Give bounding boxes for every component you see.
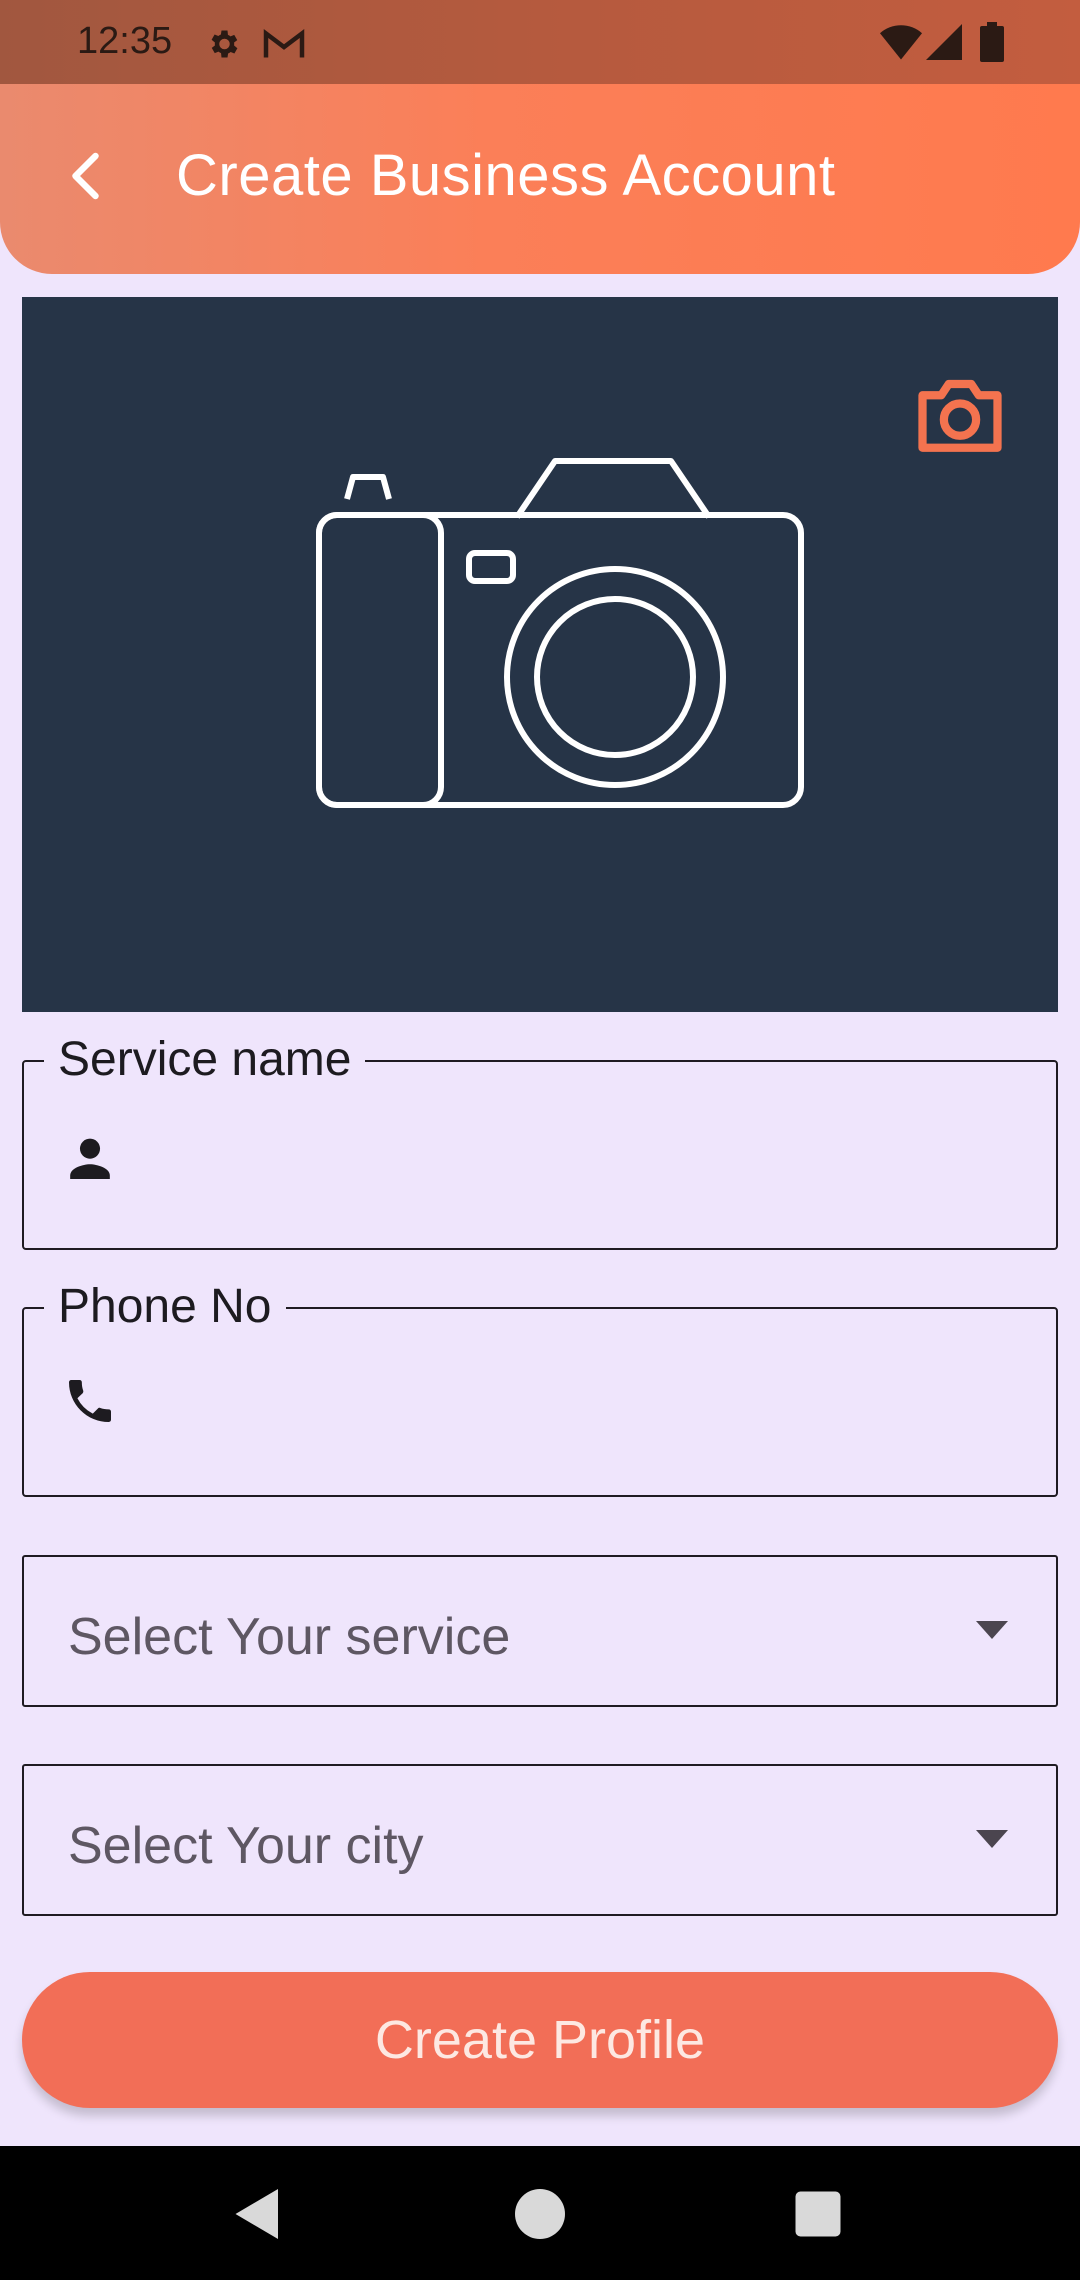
back-triangle-icon[interactable]	[228, 2184, 288, 2244]
create-profile-button[interactable]: Create Profile	[22, 1972, 1058, 2108]
app-bar: Create Business Account	[0, 84, 1080, 274]
image-panel	[22, 297, 1058, 1012]
service-dropdown[interactable]: Select Your service	[22, 1555, 1058, 1707]
recents-square-icon[interactable]	[788, 2184, 848, 2244]
dropdown-arrow-icon	[976, 1621, 1008, 1639]
page-title: Create Business Account	[176, 143, 836, 208]
signal-icon	[926, 24, 962, 60]
camera-icon[interactable]	[911, 369, 1009, 459]
phone-field[interactable]: Phone No	[22, 1281, 1058, 1497]
service-name-label: Service name	[44, 1034, 366, 1086]
system-nav-bar	[0, 2146, 1080, 2280]
dropdown-arrow-icon	[976, 1830, 1008, 1848]
battery-icon	[980, 22, 1004, 62]
wifi-icon	[880, 25, 922, 60]
city-dropdown[interactable]: Select Your city	[22, 1764, 1058, 1916]
phone-input[interactable]	[144, 1359, 1028, 1451]
phone-icon	[69, 1380, 111, 1422]
city-dropdown-value: Select Your city	[68, 1817, 424, 1875]
home-circle-icon[interactable]	[510, 2184, 570, 2244]
settings-icon	[211, 30, 238, 58]
phone-label: Phone No	[44, 1281, 286, 1333]
status-bar: 12:35	[0, 0, 1080, 84]
service-name-input[interactable]	[144, 1112, 1028, 1204]
service-name-field[interactable]: Service name	[22, 1034, 1058, 1250]
camera-placeholder-icon	[316, 458, 804, 808]
chevron-left-icon[interactable]	[58, 146, 118, 206]
person-icon	[70, 1138, 110, 1179]
status-time: 12:35	[77, 20, 173, 62]
service-dropdown-value: Select Your service	[68, 1608, 511, 1666]
gmail-icon	[263, 29, 305, 58]
